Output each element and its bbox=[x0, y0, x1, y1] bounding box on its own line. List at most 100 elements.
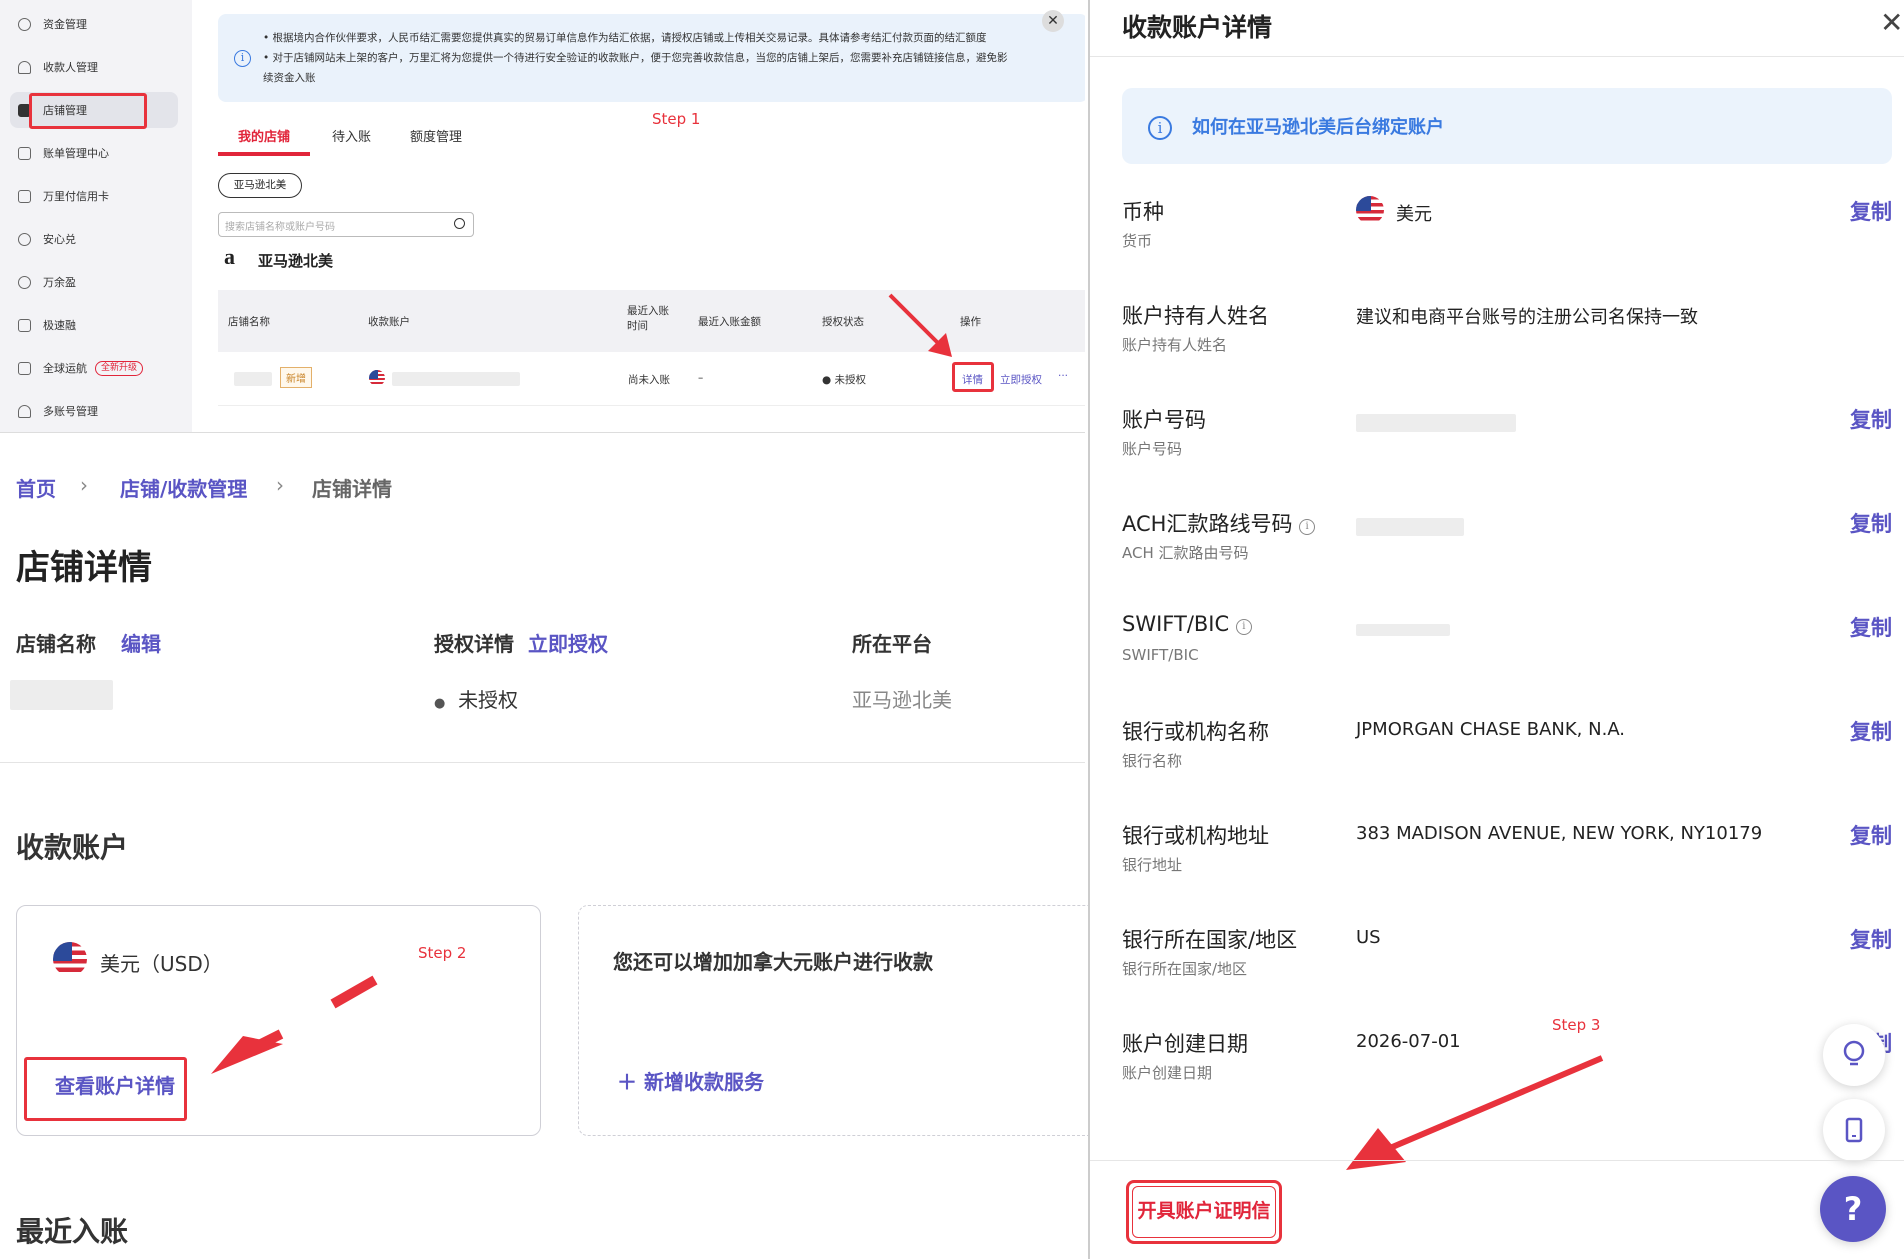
info-icon: i bbox=[1148, 116, 1172, 140]
sidebar-item-exchange[interactable]: 安心兑 bbox=[10, 221, 178, 257]
copy-button[interactable]: 复制 bbox=[1850, 612, 1892, 642]
plus-icon: ＋ bbox=[617, 1070, 637, 1094]
currency-value: 美元 bbox=[1396, 204, 1432, 225]
copy-button[interactable]: 复制 bbox=[1850, 924, 1892, 954]
copy-button[interactable]: 复制 bbox=[1850, 404, 1892, 434]
drawer-title: 收款账户详情 bbox=[1122, 13, 1273, 42]
fund-icon bbox=[18, 17, 31, 31]
info-icon[interactable]: i bbox=[1299, 519, 1316, 535]
notice-line: 续资金入账 bbox=[263, 72, 316, 84]
column-header: 授权状态 bbox=[822, 316, 864, 328]
bank-country-value: US bbox=[1356, 927, 1381, 948]
sidebar-item-credit-card[interactable]: 万里付信用卡 bbox=[10, 178, 178, 214]
created-date-sublabel: 账户创建日期 bbox=[1122, 1064, 1213, 1082]
close-icon[interactable]: ✕ bbox=[1880, 6, 1903, 39]
bank-address-sublabel: 银行地址 bbox=[1122, 856, 1183, 874]
column-header[interactable]: 最近入账金额 bbox=[698, 314, 761, 329]
account-number-redacted bbox=[1356, 414, 1516, 432]
sidebar-item-bills[interactable]: 账单管理中心 bbox=[10, 135, 178, 171]
auth-status: ● 未授权 bbox=[822, 374, 866, 386]
sidebar-item-payees[interactable]: 收款人管理 bbox=[10, 49, 178, 85]
payee-icon bbox=[18, 60, 31, 74]
sidebar: 资金管理 收款人管理 店铺管理 账单管理中心 万里付信用卡 安心兑 万余盈 极速… bbox=[0, 0, 192, 432]
page-title: 店铺详情 bbox=[16, 548, 152, 588]
search-icon[interactable] bbox=[454, 218, 465, 229]
tab-quota[interactable]: 额度管理 bbox=[410, 126, 462, 145]
divider bbox=[1090, 1160, 1904, 1161]
bank-address-label: 银行或机构地址 bbox=[1122, 824, 1269, 848]
store-management-panel: 资金管理 收款人管理 店铺管理 账单管理中心 万里付信用卡 安心兑 万余盈 极速… bbox=[0, 0, 1085, 433]
sidebar-item-label: 万余盈 bbox=[43, 276, 76, 289]
amazon-logo-icon: a bbox=[224, 244, 235, 269]
phone-icon[interactable] bbox=[1823, 1099, 1885, 1161]
currency-sublabel: 货币 bbox=[1122, 232, 1153, 250]
card-icon bbox=[18, 189, 31, 203]
step1-arrow bbox=[888, 293, 952, 357]
copy-button[interactable]: 复制 bbox=[1850, 716, 1892, 746]
last-credit-time: 尚未入账 bbox=[628, 374, 670, 386]
swift-redacted bbox=[1356, 624, 1450, 636]
step2-arrow bbox=[211, 975, 378, 1074]
authorize-link[interactable]: 立即授权 bbox=[1000, 372, 1042, 387]
bank-country-sublabel: 银行所在国家/地区 bbox=[1122, 960, 1248, 978]
bank-name-value: JPMORGAN CHASE BANK, N.A. bbox=[1356, 719, 1626, 740]
breadcrumb-home[interactable]: 首页 bbox=[16, 473, 56, 502]
lightbulb-icon[interactable] bbox=[1823, 1024, 1885, 1086]
edit-link[interactable]: 编辑 bbox=[121, 628, 161, 657]
notice-line: • 根据境内合作伙伴要求，人民币结汇需要您提供真实的贸易订单信息作为结汇依据，请… bbox=[263, 32, 987, 44]
new-badge: 新增 bbox=[280, 367, 312, 388]
exchange-icon bbox=[18, 232, 31, 246]
bind-account-link[interactable]: 如何在亚马逊北美后台绑定账户 bbox=[1192, 113, 1444, 139]
us-flag-icon bbox=[53, 942, 87, 976]
swift-label: SWIFT/BIC i bbox=[1122, 612, 1252, 637]
auth-detail-label: 授权详情 bbox=[434, 632, 514, 656]
copy-button[interactable]: 复制 bbox=[1850, 820, 1892, 850]
auth-status-text: 未授权 bbox=[458, 688, 519, 712]
sidebar-item-label: 收款人管理 bbox=[43, 61, 98, 74]
finance-icon bbox=[18, 318, 31, 332]
account-detail-drawer: 收款账户详情 ✕ i 如何在亚马逊北美后台绑定账户 币种 货币 美元 复制 账户… bbox=[1088, 0, 1904, 1259]
column-header: 操作 bbox=[960, 316, 981, 328]
composite-screenshot: 资金管理 收款人管理 店铺管理 账单管理中心 万里付信用卡 安心兑 万余盈 极速… bbox=[0, 0, 1904, 1259]
receive-account-title: 收款账户 bbox=[16, 831, 129, 864]
tab-my-stores[interactable]: 我的店铺 bbox=[238, 126, 290, 145]
info-icon[interactable]: i bbox=[1235, 619, 1252, 635]
add-service-button[interactable]: ＋ 新增收款服务 bbox=[617, 1066, 764, 1095]
yield-icon bbox=[18, 275, 31, 289]
close-icon[interactable]: ✕ bbox=[1042, 10, 1064, 32]
ach-label-text: ACH汇款路线号码 bbox=[1122, 512, 1293, 536]
ach-sublabel: ACH 汇款路由号码 bbox=[1122, 544, 1249, 562]
authorize-now-link[interactable]: 立即授权 bbox=[528, 628, 608, 657]
help-icon[interactable]: ? bbox=[1820, 1176, 1886, 1242]
sidebar-item-shipping[interactable]: 全球运航 全新升级 bbox=[10, 350, 178, 386]
step-3-label: Step 3 bbox=[1552, 1016, 1601, 1034]
bind-account-hint[interactable]: i 如何在亚马逊北美后台绑定账户 bbox=[1122, 88, 1892, 164]
step-1-label: Step 1 bbox=[652, 110, 701, 128]
bill-icon bbox=[18, 146, 31, 160]
copy-button[interactable]: 复制 bbox=[1850, 196, 1892, 226]
copy-button[interactable]: 复制 bbox=[1850, 508, 1892, 538]
sidebar-item-label: 资金管理 bbox=[43, 18, 87, 31]
more-actions-icon[interactable]: ··· bbox=[1058, 370, 1068, 382]
sidebar-item-label: 万里付信用卡 bbox=[43, 190, 109, 203]
sidebar-item-multi-account[interactable]: 多账号管理 bbox=[10, 393, 178, 429]
issue-account-letter-button[interactable]: 开具账户证明信 bbox=[1132, 1186, 1276, 1238]
highlight-box bbox=[952, 362, 994, 392]
bank-country-label: 银行所在国家/地区 bbox=[1122, 928, 1298, 952]
sidebar-item-label: 全球运航 bbox=[43, 362, 87, 375]
column-header: 收款账户 bbox=[368, 316, 410, 328]
tab-pending[interactable]: 待入账 bbox=[332, 126, 371, 145]
platform-label: 所在平台 bbox=[852, 632, 932, 656]
add-service-label: 新增收款服务 bbox=[643, 1070, 764, 1094]
us-flag-icon bbox=[369, 370, 385, 386]
account-number-redacted bbox=[392, 372, 520, 386]
sidebar-item-yield[interactable]: 万余盈 bbox=[10, 264, 178, 300]
search-input[interactable]: 搜索店铺名称或账户号码 bbox=[218, 212, 474, 237]
column-header: 最近入账时间 bbox=[627, 305, 669, 332]
filter-pill[interactable]: 亚马逊北美 bbox=[218, 173, 302, 198]
account-number-label: 账户号码 bbox=[1122, 408, 1206, 432]
sidebar-item-funds[interactable]: 资金管理 bbox=[10, 6, 178, 42]
sidebar-item-finance[interactable]: 极速融 bbox=[10, 307, 178, 343]
breadcrumb-store-management[interactable]: 店铺/收款管理 bbox=[120, 473, 247, 502]
sidebar-item-label: 安心兑 bbox=[43, 233, 76, 246]
